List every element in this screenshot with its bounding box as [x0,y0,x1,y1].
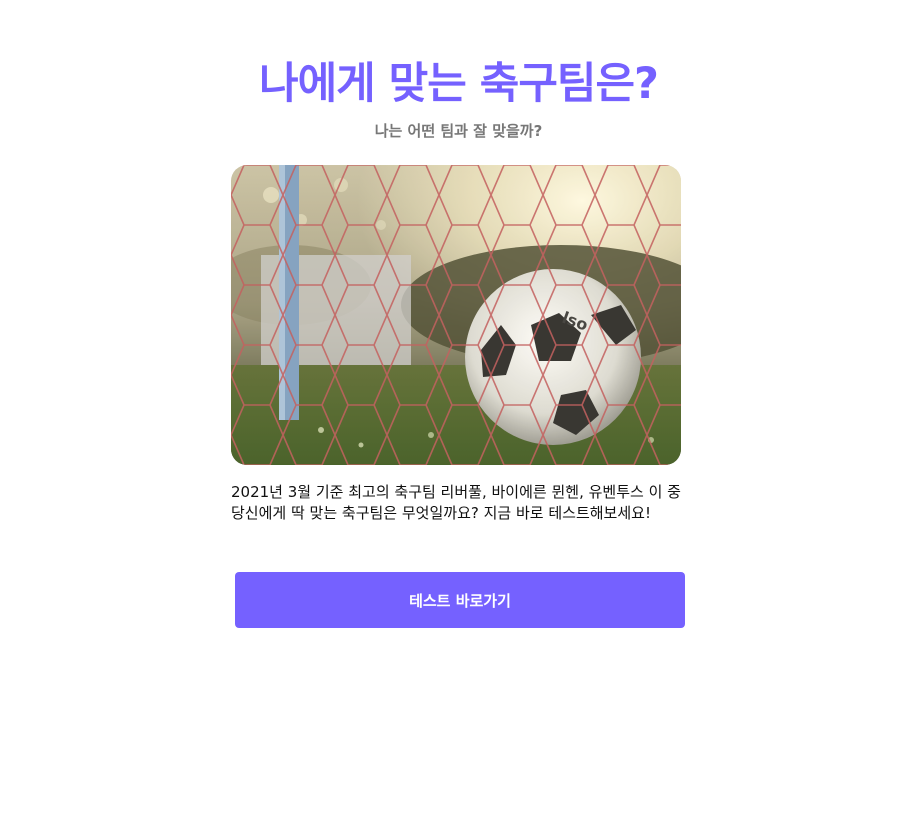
description-text: 2021년 3월 기준 최고의 축구팀 리버풀, 바이에른 뮌헨, 유벤투스 이… [231,483,681,522]
page-subtitle: 나는 어떤 팀과 잘 맞을까? [374,122,543,140]
start-test-button[interactable]: 테스트 바로가기 [235,572,685,628]
hero-image: lso [231,165,681,465]
page-title: 나에게 맞는 축구팀은? [259,59,659,109]
